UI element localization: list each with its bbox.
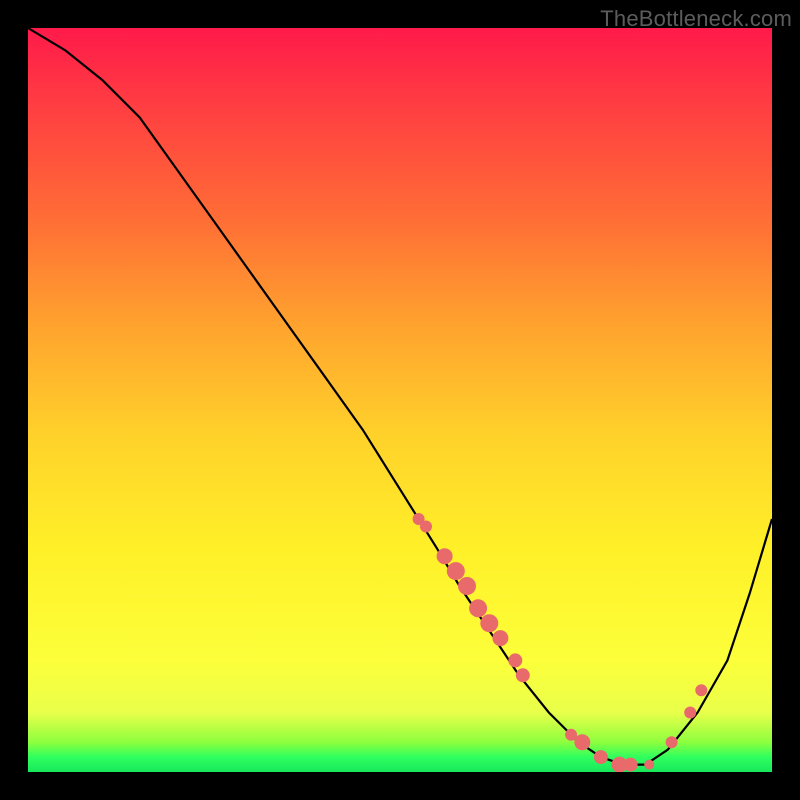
marker-dot xyxy=(684,707,696,719)
chart-frame: TheBottleneck.com xyxy=(0,0,800,800)
marker-dot xyxy=(447,562,465,580)
marker-dot xyxy=(469,599,487,617)
marker-dot xyxy=(437,548,453,564)
plot-area xyxy=(28,28,772,772)
marker-dot xyxy=(624,758,638,772)
marker-dot xyxy=(594,750,608,764)
marker-dot xyxy=(666,736,678,748)
marker-dot xyxy=(480,614,498,632)
marker-dot xyxy=(492,630,508,646)
performance-curve xyxy=(28,28,772,765)
marker-dot xyxy=(458,577,476,595)
curve-layer xyxy=(28,28,772,772)
marker-dot xyxy=(420,521,432,533)
marker-dot xyxy=(516,668,530,682)
markers-group xyxy=(413,513,708,772)
marker-dot xyxy=(695,684,707,696)
marker-dot xyxy=(508,653,522,667)
marker-dot xyxy=(574,734,590,750)
marker-dot xyxy=(644,760,654,770)
